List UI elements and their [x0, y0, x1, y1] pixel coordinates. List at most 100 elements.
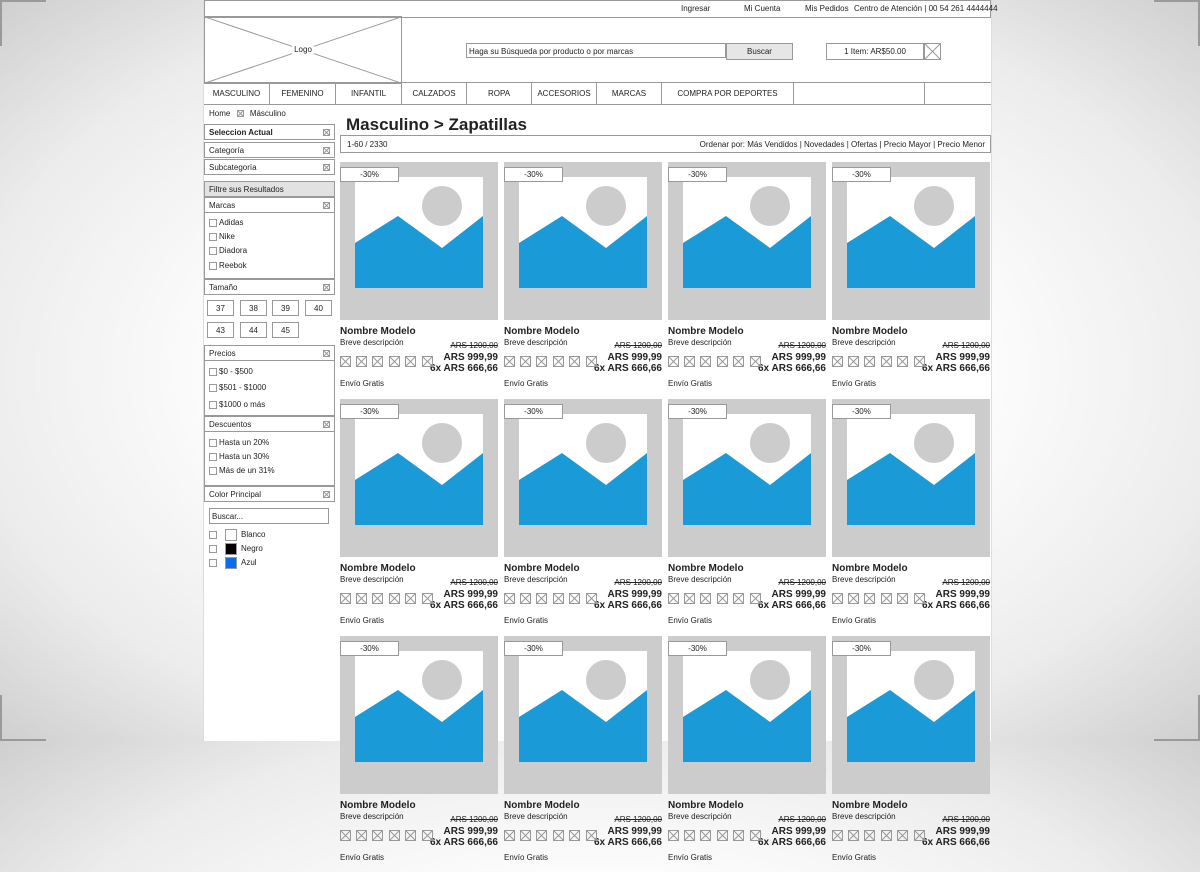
product-name[interactable]: Nombre Modelo	[504, 326, 580, 337]
collapse-icon[interactable]	[323, 129, 330, 136]
nav-masculino[interactable]: MASCULINO	[204, 83, 270, 104]
placeholder-icon[interactable]	[668, 593, 679, 604]
cart-icon[interactable]	[924, 43, 941, 60]
color-option[interactable]: Negro	[209, 543, 263, 555]
size-option[interactable]: 37	[207, 300, 234, 316]
placeholder-icon[interactable]	[553, 356, 564, 367]
collapse-icon[interactable]	[323, 491, 330, 498]
placeholder-icon[interactable]	[897, 356, 908, 367]
placeholder-icon[interactable]	[422, 593, 433, 604]
placeholder-icon[interactable]	[881, 593, 892, 604]
placeholder-icon[interactable]	[733, 593, 744, 604]
placeholder-icon[interactable]	[569, 593, 580, 604]
brand-option[interactable]: Reebok	[209, 261, 247, 270]
placeholder-icon[interactable]	[864, 830, 875, 841]
color-option[interactable]: Blanco	[209, 529, 265, 541]
product-card[interactable]: -30% Nombre Modelo Breve descripción ARS…	[832, 399, 990, 635]
current-selection-header[interactable]: Seleccion Actual	[204, 124, 335, 140]
placeholder-icon[interactable]	[340, 830, 351, 841]
size-option[interactable]: 45	[272, 322, 299, 338]
product-card[interactable]: -30% Nombre Modelo Breve descripción ARS…	[340, 636, 498, 872]
size-option[interactable]: 38	[240, 300, 267, 316]
category-header[interactable]: Categoría	[204, 142, 335, 158]
product-name[interactable]: Nombre Modelo	[668, 326, 744, 337]
search-input[interactable]: Haga su Búsqueda por producto o por marc…	[466, 43, 726, 58]
discount-option[interactable]: Más de un 31%	[209, 466, 275, 475]
placeholder-icon[interactable]	[372, 830, 383, 841]
placeholder-icon[interactable]	[864, 593, 875, 604]
placeholder-icon[interactable]	[340, 593, 351, 604]
placeholder-icon[interactable]	[569, 356, 580, 367]
placeholder-icon[interactable]	[356, 356, 367, 367]
product-card[interactable]: -30% Nombre Modelo Breve descripción ARS…	[504, 636, 662, 872]
placeholder-icon[interactable]	[717, 356, 728, 367]
collapse-icon[interactable]	[323, 421, 330, 428]
placeholder-icon[interactable]	[586, 356, 597, 367]
placeholder-icon[interactable]	[750, 830, 761, 841]
account-link[interactable]: Mi Cuenta	[744, 4, 780, 13]
placeholder-icon[interactable]	[405, 356, 416, 367]
placeholder-icon[interactable]	[356, 830, 367, 841]
checkbox-icon[interactable]	[209, 383, 217, 392]
product-name[interactable]: Nombre Modelo	[340, 326, 416, 337]
collapse-icon[interactable]	[323, 202, 330, 209]
product-image[interactable]: -30%	[832, 399, 990, 557]
placeholder-icon[interactable]	[668, 830, 679, 841]
product-image[interactable]: -30%	[504, 162, 662, 320]
placeholder-icon[interactable]	[536, 830, 547, 841]
product-card[interactable]: -30% Nombre Modelo Breve descripción ARS…	[668, 162, 826, 398]
product-card[interactable]: -30% Nombre Modelo Breve descripción ARS…	[832, 636, 990, 872]
product-image[interactable]: -30%	[340, 162, 498, 320]
orders-link[interactable]: Mis Pedidos	[805, 4, 849, 13]
product-name[interactable]: Nombre Modelo	[504, 563, 580, 574]
product-image[interactable]: -30%	[668, 399, 826, 557]
product-name[interactable]: Nombre Modelo	[668, 563, 744, 574]
price-option[interactable]: $501 - $1000	[209, 383, 266, 392]
collapse-icon[interactable]	[323, 164, 330, 171]
product-image[interactable]: -30%	[504, 399, 662, 557]
placeholder-icon[interactable]	[536, 593, 547, 604]
color-option[interactable]: Azul	[209, 557, 257, 569]
placeholder-icon[interactable]	[389, 593, 400, 604]
placeholder-icon[interactable]	[717, 593, 728, 604]
placeholder-icon[interactable]	[520, 356, 531, 367]
discount-option[interactable]: Hasta un 20%	[209, 438, 269, 447]
placeholder-icon[interactable]	[700, 593, 711, 604]
product-card[interactable]: -30% Nombre Modelo Breve descripción ARS…	[668, 636, 826, 872]
product-name[interactable]: Nombre Modelo	[832, 326, 908, 337]
checkbox-icon[interactable]	[209, 545, 217, 553]
brand-option[interactable]: Diadora	[209, 246, 247, 255]
price-option[interactable]: $0 - $500	[209, 367, 253, 376]
logo[interactable]: Logo	[204, 16, 402, 84]
checkbox-icon[interactable]	[209, 438, 217, 447]
placeholder-icon[interactable]	[700, 830, 711, 841]
product-name[interactable]: Nombre Modelo	[504, 800, 580, 811]
collapse-icon[interactable]	[323, 284, 330, 291]
checkbox-icon[interactable]	[209, 246, 217, 255]
nav-calzados[interactable]: CALZADOS	[402, 83, 467, 104]
size-option[interactable]: 39	[272, 300, 299, 316]
placeholder-icon[interactable]	[848, 593, 859, 604]
placeholder-icon[interactable]	[389, 356, 400, 367]
collapse-icon[interactable]	[323, 350, 330, 357]
placeholder-icon[interactable]	[405, 830, 416, 841]
brand-option[interactable]: Adidas	[209, 218, 243, 227]
nav-femenino[interactable]: FEMENINO	[270, 83, 336, 104]
product-name[interactable]: Nombre Modelo	[832, 800, 908, 811]
placeholder-icon[interactable]	[848, 830, 859, 841]
checkbox-icon[interactable]	[209, 367, 217, 376]
placeholder-icon[interactable]	[914, 356, 925, 367]
price-option[interactable]: $1000 o más	[209, 400, 265, 409]
placeholder-icon[interactable]	[684, 356, 695, 367]
product-card[interactable]: -30% Nombre Modelo Breve descripción ARS…	[504, 399, 662, 635]
discount-option[interactable]: Hasta un 30%	[209, 452, 269, 461]
placeholder-icon[interactable]	[405, 593, 416, 604]
placeholder-icon[interactable]	[832, 593, 843, 604]
placeholder-icon[interactable]	[422, 830, 433, 841]
cart-summary[interactable]: 1 Item: AR$50.00	[826, 43, 924, 60]
placeholder-icon[interactable]	[553, 830, 564, 841]
color-search-input[interactable]: Buscar...	[209, 508, 329, 524]
product-card[interactable]: -30% Nombre Modelo Breve descripción ARS…	[832, 162, 990, 398]
placeholder-icon[interactable]	[668, 356, 679, 367]
checkbox-icon[interactable]	[209, 531, 217, 539]
